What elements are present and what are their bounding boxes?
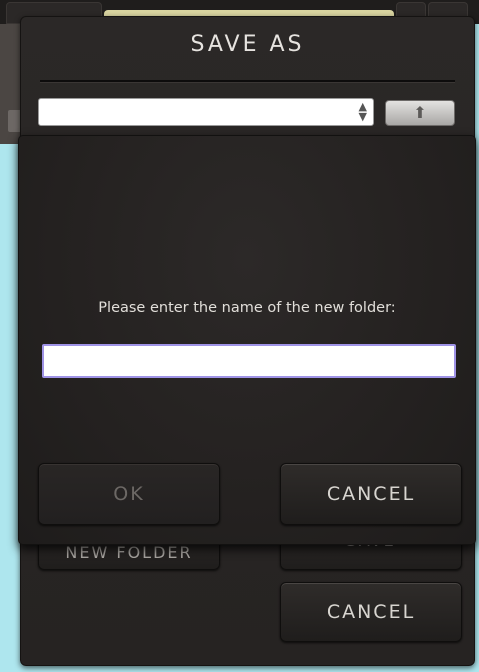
new-folder-prompt: Please enter the name of the new folder: xyxy=(98,300,396,316)
dialog-title: SAVE AS xyxy=(190,32,305,57)
folder-select[interactable]: ▲ ▼ xyxy=(38,98,374,126)
cancel-button[interactable]: CANCEL xyxy=(280,463,462,525)
parent-folder-button[interactable]: ⬆ xyxy=(385,100,455,126)
dialog-cancel-label: CANCEL xyxy=(326,601,416,623)
cancel-button-label: CANCEL xyxy=(326,483,416,505)
folder-name-input[interactable] xyxy=(42,344,456,378)
up-arrow-icon: ⬆ xyxy=(413,103,427,122)
new-folder-button-label: NEW FOLDER xyxy=(65,543,193,562)
ok-button[interactable]: OK xyxy=(38,463,220,525)
title-divider xyxy=(40,80,455,83)
select-arrows-icon: ▲ ▼ xyxy=(358,100,367,123)
dialog-cancel-button[interactable]: CANCEL xyxy=(280,582,462,642)
ok-button-label: OK xyxy=(113,483,145,505)
